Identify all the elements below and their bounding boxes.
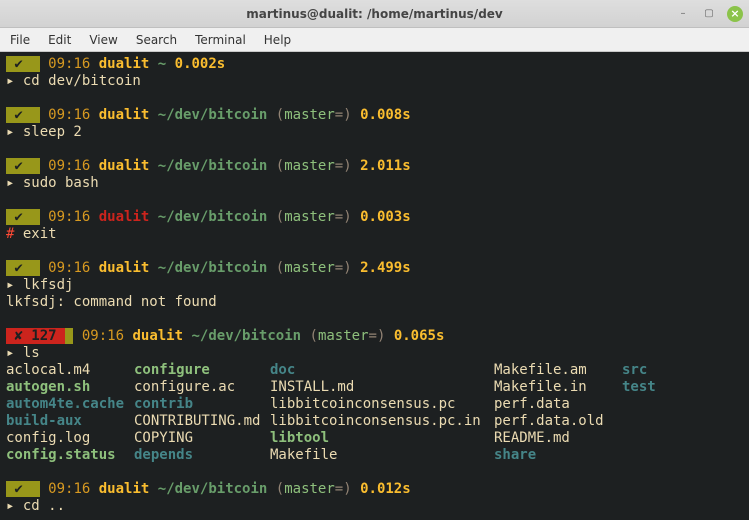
blank-line [6,90,743,107]
command-line: ▸ ls [6,345,743,362]
titlebar: martinus@dualit: /home/martinus/dev – ▢ … [0,0,749,28]
ls-cell: share [494,447,622,464]
command-line: ▸ cd .. [6,498,743,515]
ls-cell: contrib [134,396,270,413]
blank-line [6,464,743,481]
prompt-line: ✔ 09:16 dualit ~/dev/bitcoin (master=) 0… [6,107,743,124]
prompt-line: ✔ 09:16 dualit ~/dev/bitcoin (master=) 0… [6,209,743,226]
prompt-line: ✘ 127 09:16 dualit ~/dev/bitcoin (master… [6,328,743,345]
ls-cell: src [622,362,682,379]
ls-cell: libtool [270,430,494,447]
ls-cell: depends [134,447,270,464]
command-line: ▸ cd dev/bitcoin [6,73,743,90]
menu-search[interactable]: Search [136,33,177,47]
command-line: # exit [6,226,743,243]
command-line: ▸ sleep 2 [6,124,743,141]
ls-cell: autom4te.cache [6,396,134,413]
ls-cell: config.log [6,430,134,447]
ls-cell: test [622,379,682,396]
ls-cell: README.md [494,430,622,447]
blank-line [6,141,743,158]
ls-cell: configure [134,362,270,379]
prompt-line: ✔ 09:16 dualit ~/dev/bitcoin (master=) 2… [6,158,743,175]
blank-line [6,192,743,209]
ls-cell: Makefile.in [494,379,622,396]
command-output: lkfsdj: command not found [6,294,743,311]
ls-cell: CONTRIBUTING.md [134,413,270,430]
ls-cell: COPYING [134,430,270,447]
prompt-line: ✔ 09:16 dualit ~ 0.002s [6,56,743,73]
ls-cell [622,447,682,464]
minimize-button[interactable]: – [675,6,691,22]
ls-cell: config.status [6,447,134,464]
ls-cell: libbitcoinconsensus.pc [270,396,494,413]
menu-terminal[interactable]: Terminal [195,33,246,47]
maximize-button[interactable]: ▢ [701,6,717,22]
ls-cell: Makefile.am [494,362,622,379]
ls-cell: INSTALL.md [270,379,494,396]
terminal-output[interactable]: ✔ 09:16 dualit ~ 0.002s▸ cd dev/bitcoin … [0,52,749,520]
ls-cell: configure.ac [134,379,270,396]
close-button[interactable]: × [727,6,743,22]
ls-cell [622,430,682,447]
menu-help[interactable]: Help [264,33,291,47]
ls-row: aclocal.m4configuredocMakefile.amsrc [6,362,743,379]
window-title: martinus@dualit: /home/martinus/dev [246,7,503,21]
menubar: File Edit View Search Terminal Help [0,28,749,52]
ls-cell: perf.data.old [494,413,622,430]
menu-view[interactable]: View [89,33,117,47]
ls-row: autom4te.cachecontriblibbitcoinconsensus… [6,396,743,413]
prompt-line: ✔ 09:16 dualit ~/dev/bitcoin (master=) 0… [6,481,743,498]
ls-cell [622,396,682,413]
menu-file[interactable]: File [10,33,30,47]
ls-cell [622,413,682,430]
ls-cell: autogen.sh [6,379,134,396]
ls-row: autogen.shconfigure.acINSTALL.mdMakefile… [6,379,743,396]
ls-cell: perf.data [494,396,622,413]
prompt-line: ✔ 09:16 dualit ~/dev/bitcoin (master=) 2… [6,260,743,277]
command-line: ▸ sudo bash [6,175,743,192]
ls-row: build-auxCONTRIBUTING.mdlibbitcoinconsen… [6,413,743,430]
ls-cell: Makefile [270,447,494,464]
ls-cell: build-aux [6,413,134,430]
ls-row: config.logCOPYINGlibtoolREADME.md [6,430,743,447]
ls-cell: libbitcoinconsensus.pc.in [270,413,494,430]
ls-row: config.statusdependsMakefileshare [6,447,743,464]
blank-line [6,311,743,328]
ls-cell: aclocal.m4 [6,362,134,379]
blank-line [6,243,743,260]
window-controls: – ▢ × [675,6,743,22]
ls-cell: doc [270,362,494,379]
menu-edit[interactable]: Edit [48,33,71,47]
command-line: ▸ lkfsdj [6,277,743,294]
